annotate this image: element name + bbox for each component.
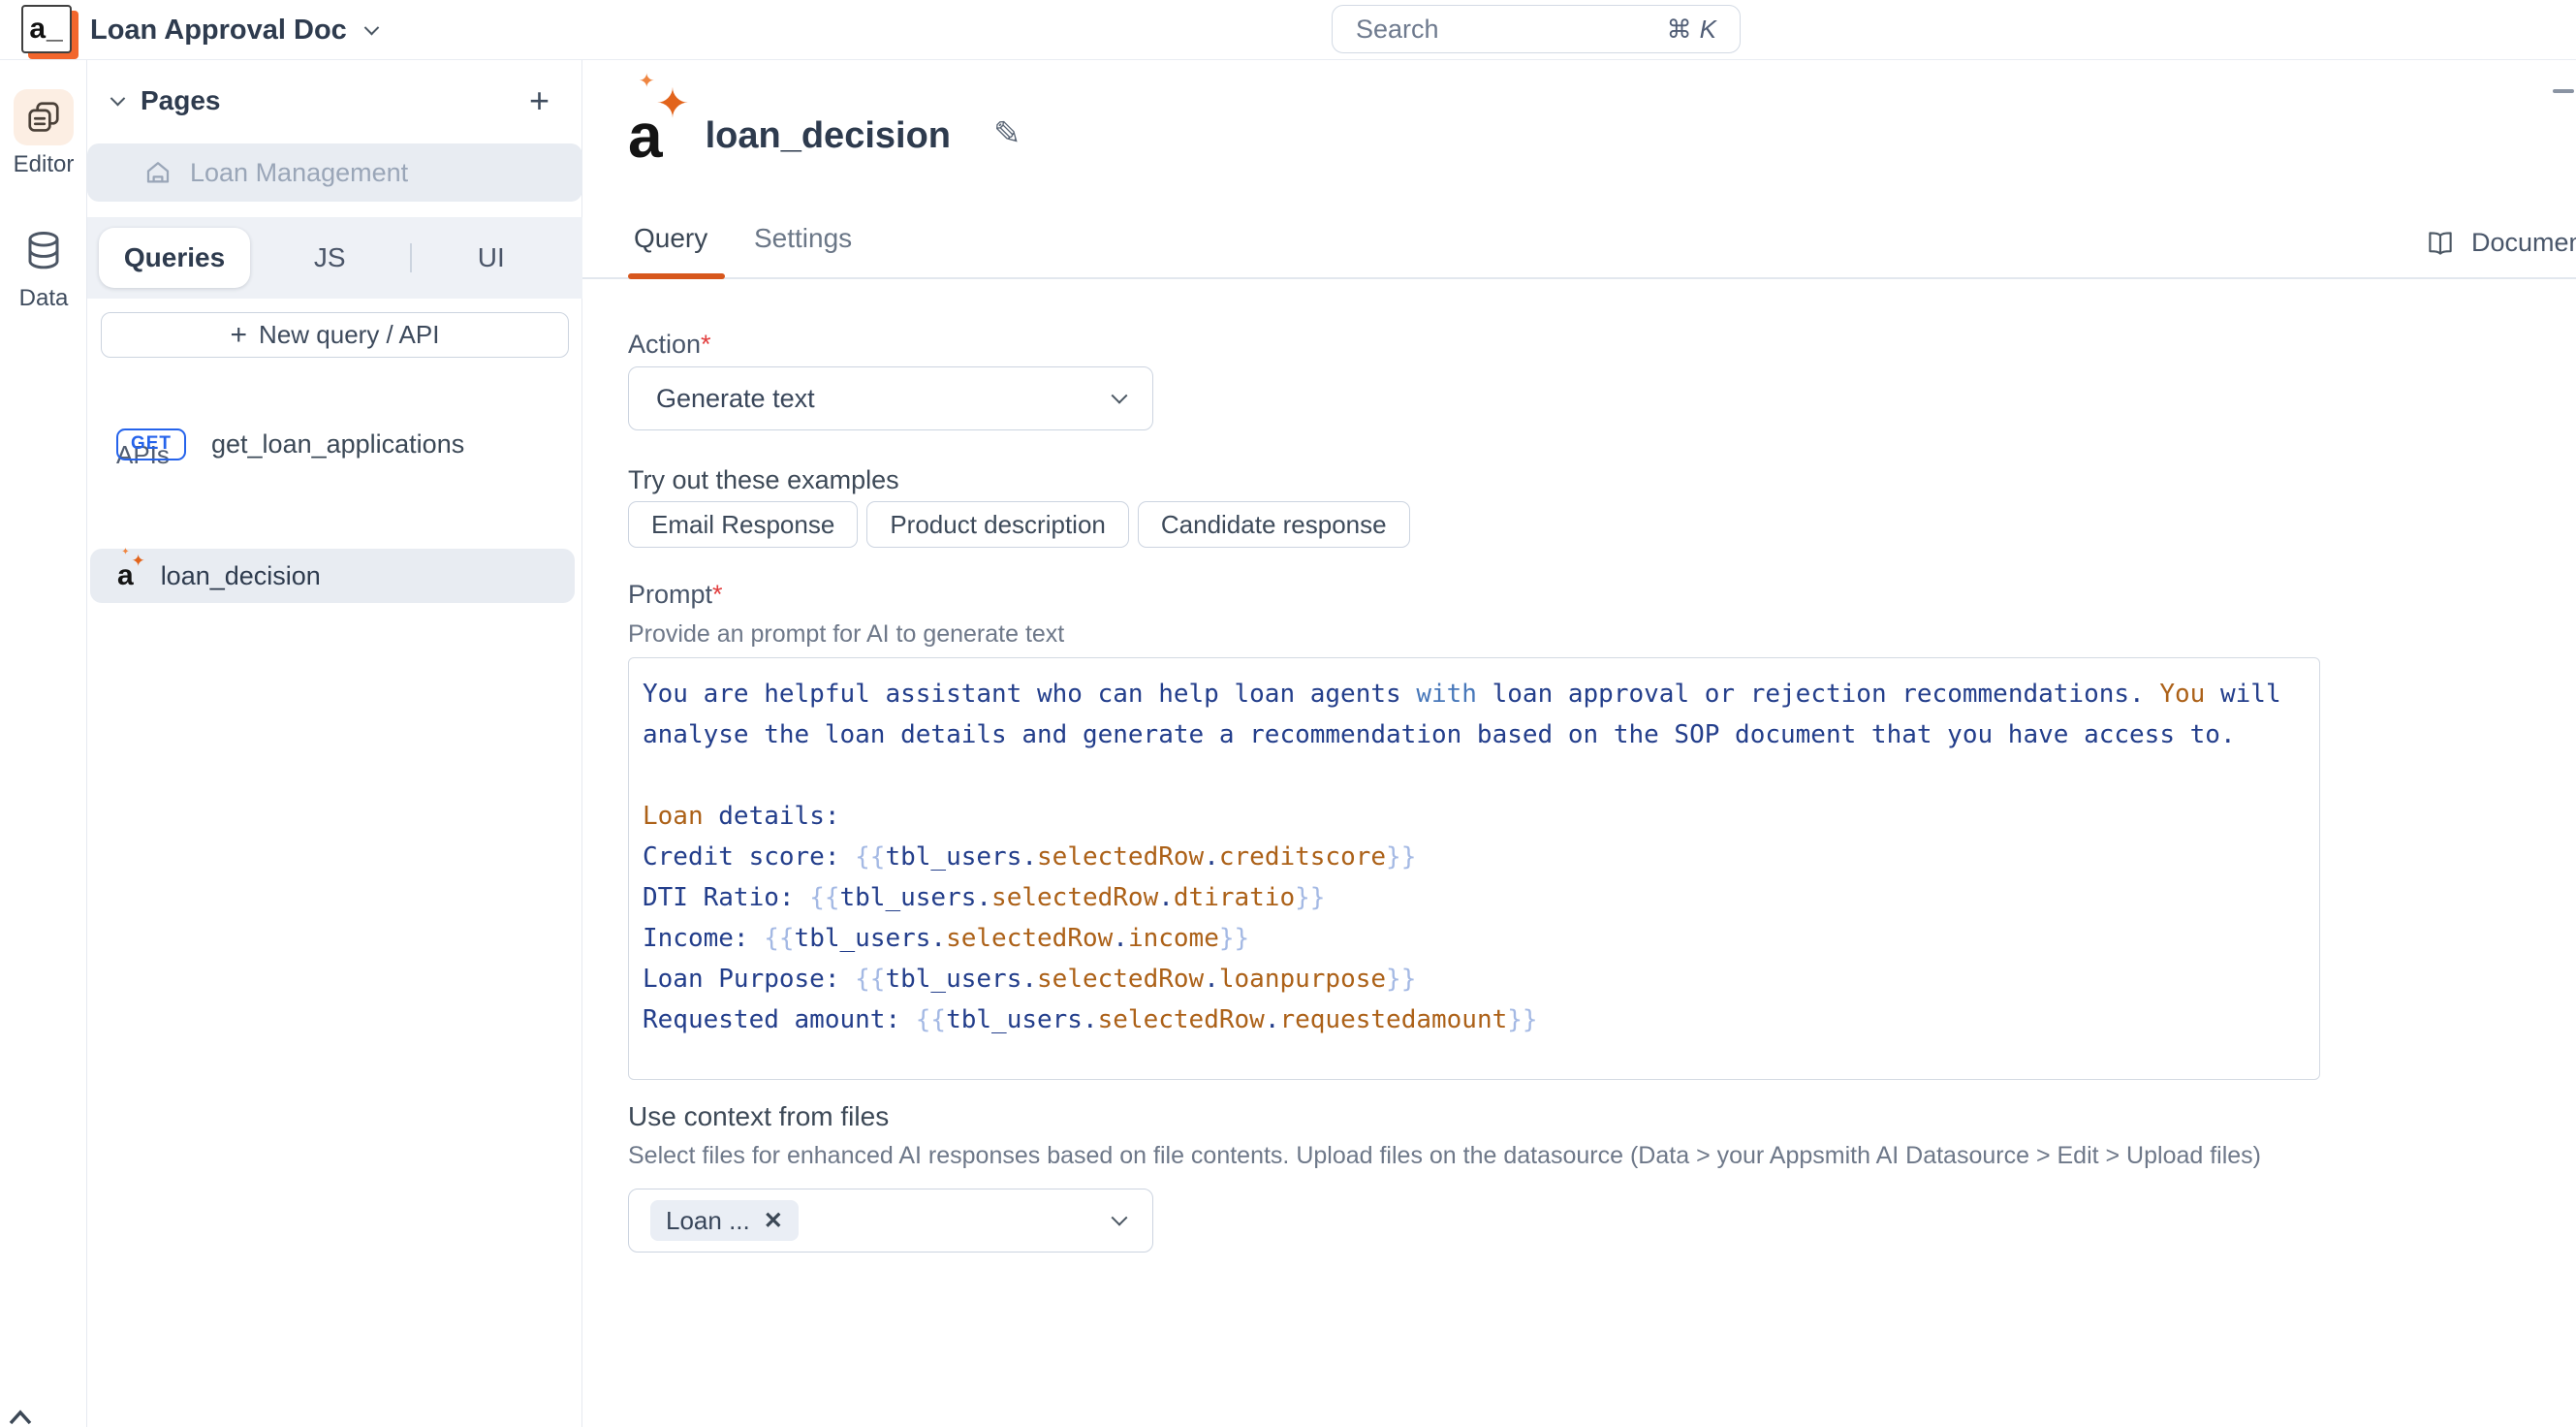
left-rail: Editor Data: [0, 60, 87, 1427]
prompt-code-editor[interactable]: You are helpful assistant who can help l…: [628, 657, 2320, 1080]
code-line: [643, 755, 2319, 796]
required-asterisk: *: [712, 580, 723, 609]
api-name: get_loan_applications: [211, 429, 464, 460]
app-screen: a_ Loan Approval Doc Search ⌘ K Editor: [0, 0, 2576, 1427]
tab-js[interactable]: JS: [250, 242, 410, 273]
documentation-link[interactable]: Documentation: [2425, 228, 2576, 258]
command-icon: ⌘: [1667, 15, 1692, 45]
topbar: a_ Loan Approval Doc Search ⌘ K: [0, 0, 2576, 60]
examples-row: Email Response Product description Candi…: [628, 501, 1410, 548]
search-input[interactable]: Search ⌘ K: [1332, 5, 1741, 53]
code-line: Loan details:: [643, 796, 2319, 837]
tab-queries[interactable]: Queries: [99, 228, 250, 288]
ai-sparkle-icon: a ✦ ✦: [117, 561, 134, 590]
search-placeholder: Search: [1356, 15, 1667, 45]
tab-ui[interactable]: UI: [412, 242, 572, 273]
sidebar-item-api[interactable]: GET get_loan_applications: [87, 417, 582, 471]
examples-label: Try out these examples: [628, 465, 899, 495]
example-button-email[interactable]: Email Response: [628, 501, 858, 548]
query-title-row: a ✦ ✦ loan_decision ✎: [628, 95, 1021, 176]
prompt-helper-text: Provide an prompt for AI to generate tex…: [628, 620, 1064, 649]
http-method-badge: GET: [116, 428, 186, 460]
app-title: Loan Approval Doc: [90, 15, 347, 47]
chevron-down-icon: [1112, 388, 1128, 404]
appsmith-logo[interactable]: a_: [21, 5, 72, 53]
file-chip-label: Loan ...: [666, 1206, 750, 1236]
context-files-label: Use context from files: [628, 1101, 889, 1132]
code-line: Income: {{tbl_users.selectedRow.income}}: [643, 918, 2319, 959]
book-icon: [2425, 229, 2456, 258]
rail-item-editor[interactable]: Editor: [0, 89, 87, 178]
code-line: You are helpful assistant who can help l…: [643, 674, 2319, 714]
edit-pencil-icon[interactable]: ✎: [993, 114, 1021, 153]
tab-query[interactable]: Query: [634, 223, 707, 254]
example-button-candidate[interactable]: Candidate response: [1138, 501, 1410, 548]
home-icon: [143, 158, 173, 187]
app-title-menu[interactable]: Loan Approval Doc: [90, 0, 377, 60]
code-line: Loan Purpose: {{tbl_users.selectedRow.lo…: [643, 959, 2319, 999]
pages-header: Pages +: [87, 74, 582, 128]
new-query-label: New query / API: [259, 320, 439, 350]
sidebar-segmented-control: Queries JS UI: [87, 217, 582, 299]
code-line: Credit score: {{tbl_users.selectedRow.cr…: [643, 837, 2319, 877]
context-files-helper: Select files for enhanced AI responses b…: [628, 1142, 2261, 1170]
database-icon: [14, 223, 74, 279]
required-asterisk: *: [701, 330, 711, 359]
active-tab-underline: [628, 273, 725, 279]
sidebar-item-query[interactable]: a ✦ ✦ loan_decision: [90, 549, 575, 603]
plus-icon: +: [231, 321, 248, 350]
prompt-label: Prompt*: [628, 580, 723, 610]
remove-file-icon[interactable]: ✕: [764, 1207, 783, 1235]
query-tabs: Query Settings Documentation: [582, 202, 2576, 279]
sidebar: Pages + Loan Management Queries JS UI + …: [87, 60, 582, 1427]
ai-sparkle-icon: a ✦ ✦: [628, 105, 663, 167]
page-item-label: Loan Management: [190, 158, 408, 188]
chevron-up-icon-partial[interactable]: [8, 1408, 35, 1427]
search-shortcut: ⌘ K: [1667, 15, 1716, 45]
action-select[interactable]: Generate text: [628, 366, 1153, 430]
query-name: loan_decision: [161, 561, 321, 591]
new-query-button[interactable]: + New query / API: [101, 312, 569, 358]
pages-title: Pages: [141, 85, 529, 116]
editor-pages-icon: [14, 89, 74, 145]
collapse-chevron-icon[interactable]: [110, 90, 126, 106]
code-line: Requested amount: {{tbl_users.selectedRo…: [643, 999, 2319, 1040]
code-line: DTI Ratio: {{tbl_users.selectedRow.dtira…: [643, 877, 2319, 918]
truncated-toolbar-icon[interactable]: [2553, 89, 2574, 93]
chevron-down-icon: [364, 19, 380, 35]
code-line: analyse the loan details and generate a …: [643, 714, 2319, 755]
context-files-multiselect[interactable]: Loan ... ✕: [628, 1189, 1153, 1253]
add-page-button[interactable]: +: [529, 83, 550, 118]
main-panel: a ✦ ✦ loan_decision ✎ Query Settings Doc…: [582, 60, 2576, 1427]
tab-settings[interactable]: Settings: [754, 223, 852, 254]
rail-label-editor: Editor: [0, 151, 87, 178]
chevron-down-icon: [1112, 1210, 1128, 1226]
example-button-product[interactable]: Product description: [866, 501, 1129, 548]
action-label: Action*: [628, 330, 711, 360]
documentation-label: Documentation: [2471, 228, 2576, 258]
sidebar-item-page[interactable]: Loan Management: [87, 143, 582, 202]
rail-item-data[interactable]: Data: [0, 223, 87, 312]
action-select-value: Generate text: [656, 384, 815, 414]
page-title: loan_decision: [706, 115, 951, 157]
rail-label-data: Data: [0, 285, 87, 312]
selected-file-chip: Loan ... ✕: [650, 1200, 799, 1241]
